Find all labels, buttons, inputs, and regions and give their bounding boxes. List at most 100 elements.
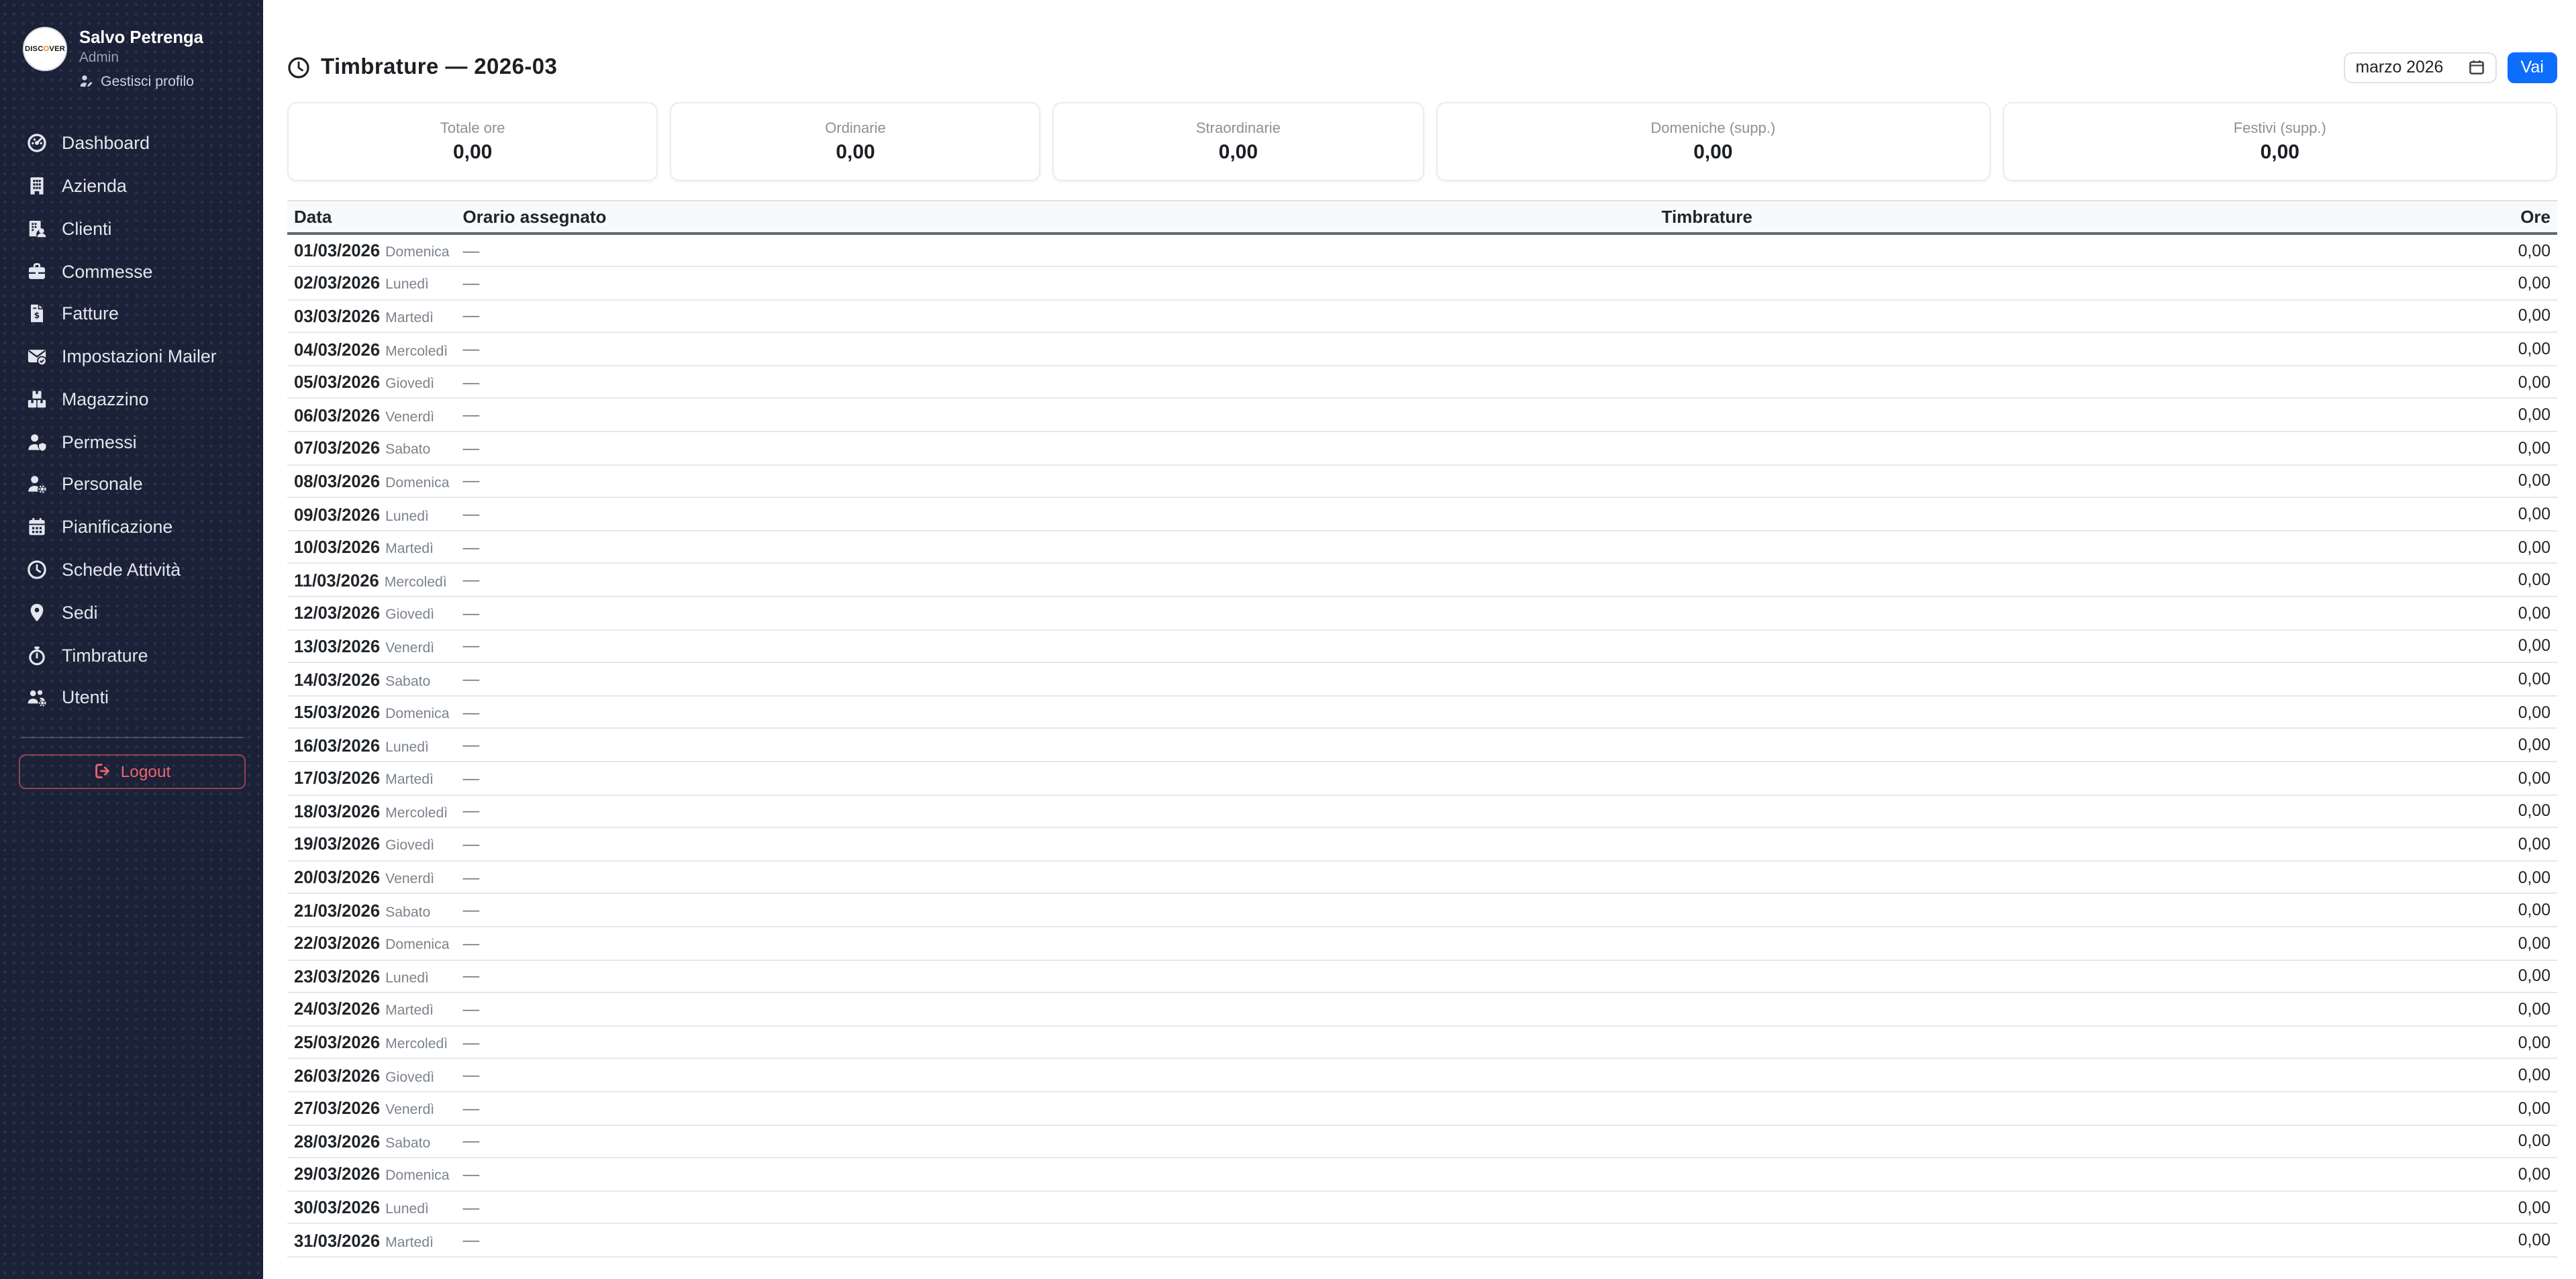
- cell-timbrature: [1655, 992, 2481, 1025]
- card-label: Domeniche (supp.): [1650, 120, 1775, 136]
- sidebar-menu: Dashboard Azienda Clienti Commesse $ Fat…: [16, 122, 248, 719]
- table-row: 14/03/2026Sabato — 0,00: [287, 662, 2557, 695]
- cell-orario: —: [456, 992, 1655, 1025]
- cell-data: 01/03/2026Domenica: [287, 234, 456, 266]
- cell-data: 08/03/2026Domenica: [287, 464, 456, 497]
- avatar-logo-text: DISCOVER: [25, 45, 65, 53]
- cell-data: 14/03/2026Sabato: [287, 662, 456, 695]
- cell-data: 20/03/2026Venerdì: [287, 861, 456, 894]
- cell-timbrature: [1655, 266, 2481, 299]
- table-row: 06/03/2026Venerdì — 0,00: [287, 399, 2557, 431]
- logout-button[interactable]: Logout: [19, 754, 246, 789]
- cell-data: 10/03/2026Martedì: [287, 531, 456, 564]
- summary-card: Straordinarie 0,00: [1053, 102, 1424, 181]
- month-input-value: marzo 2026: [2355, 58, 2443, 76]
- cell-timbrature: [1655, 894, 2481, 927]
- cell-orario: —: [456, 1224, 1655, 1257]
- cell-data: 31/03/2026Martedì: [287, 1224, 456, 1257]
- cell-ore: 0,00: [2481, 960, 2557, 992]
- user-shield-icon: [26, 431, 47, 452]
- cell-timbrature: [1655, 1059, 2481, 1092]
- cell-timbrature: [1655, 464, 2481, 497]
- col-header-orario: Orario assegnato: [456, 201, 1655, 234]
- cell-ore: 0,00: [2481, 1059, 2557, 1092]
- cell-timbrature: [1655, 366, 2481, 399]
- sidebar-divider: [20, 737, 244, 738]
- sidebar-item-commesse[interactable]: Commesse: [16, 250, 248, 293]
- col-header-ore: Ore: [2481, 201, 2557, 234]
- boxes-icon: [26, 389, 47, 409]
- cell-timbrature: [1655, 531, 2481, 564]
- table-row: 11/03/2026Mercoledì — 0,00: [287, 564, 2557, 597]
- cell-timbrature: [1655, 662, 2481, 695]
- cell-ore: 0,00: [2481, 795, 2557, 827]
- table-row: 26/03/2026Giovedì — 0,00: [287, 1059, 2557, 1092]
- card-label: Totale ore: [440, 120, 505, 136]
- cell-data: 27/03/2026Venerdì: [287, 1092, 456, 1125]
- cell-data: 02/03/2026Lunedì: [287, 266, 456, 299]
- cell-ore: 0,00: [2481, 1224, 2557, 1257]
- card-value: 0,00: [453, 140, 492, 163]
- cell-ore: 0,00: [2481, 366, 2557, 399]
- cell-timbrature: [1655, 431, 2481, 464]
- cell-orario: —: [456, 399, 1655, 431]
- cell-ore: 0,00: [2481, 1092, 2557, 1125]
- cell-ore: 0,00: [2481, 531, 2557, 564]
- cell-ore: 0,00: [2481, 1190, 2557, 1223]
- user-gear-icon: [26, 474, 47, 495]
- cell-data: 04/03/2026Mercoledì: [287, 333, 456, 366]
- cell-timbrature: [1655, 629, 2481, 662]
- calendar-icon[interactable]: [2468, 59, 2484, 75]
- table-row: 29/03/2026Domenica — 0,00: [287, 1158, 2557, 1190]
- gauge-icon: [26, 133, 47, 153]
- table-row: 17/03/2026Martedì — 0,00: [287, 762, 2557, 795]
- sidebar-item-pianificazione[interactable]: Pianificazione: [16, 506, 248, 549]
- cell-orario: —: [456, 629, 1655, 662]
- table-row: 15/03/2026Domenica — 0,00: [287, 696, 2557, 729]
- sidebar-item-timbrature[interactable]: Timbrature: [16, 633, 248, 676]
- cell-data: 23/03/2026Lunedì: [287, 960, 456, 992]
- cell-data: 11/03/2026Mercoledì: [287, 564, 456, 597]
- cell-orario: —: [456, 662, 1655, 695]
- envelope-check-icon: [26, 346, 47, 366]
- cell-timbrature: [1655, 1158, 2481, 1190]
- user-name: Salvo Petrenga: [79, 28, 203, 48]
- sidebar-item-fatture[interactable]: $ Fatture: [16, 293, 248, 336]
- sidebar-item-utenti[interactable]: Utenti: [16, 676, 248, 719]
- cell-timbrature: [1655, 729, 2481, 762]
- cell-timbrature: [1655, 696, 2481, 729]
- table-row: 12/03/2026Giovedì — 0,00: [287, 597, 2557, 629]
- table-row: 13/03/2026Venerdì — 0,00: [287, 629, 2557, 662]
- cell-timbrature: [1655, 1190, 2481, 1223]
- manage-profile-link[interactable]: Gestisci profilo: [79, 73, 203, 89]
- month-input[interactable]: marzo 2026: [2343, 52, 2496, 83]
- cell-timbrature: [1655, 597, 2481, 629]
- cell-ore: 0,00: [2481, 894, 2557, 927]
- location-pin-icon: [26, 603, 47, 623]
- users-gear-icon: [26, 688, 47, 708]
- cell-timbrature: [1655, 299, 2481, 332]
- sidebar-item-impostazioni-mailer[interactable]: Impostazioni Mailer: [16, 335, 248, 378]
- sidebar-item-clienti[interactable]: Clienti: [16, 207, 248, 250]
- table-row: 07/03/2026Sabato — 0,00: [287, 431, 2557, 464]
- cell-ore: 0,00: [2481, 729, 2557, 762]
- cell-ore: 0,00: [2481, 696, 2557, 729]
- sidebar-item-schede-attivita[interactable]: Schede Attività: [16, 548, 248, 591]
- cell-orario: —: [456, 729, 1655, 762]
- table-row: 30/03/2026Lunedì — 0,00: [287, 1190, 2557, 1223]
- cell-timbrature: [1655, 564, 2481, 597]
- go-button[interactable]: Vai: [2507, 52, 2557, 83]
- user-role: Admin: [79, 51, 203, 67]
- sidebar-item-permessi[interactable]: Permessi: [16, 421, 248, 464]
- sidebar-item-azienda[interactable]: Azienda: [16, 164, 248, 207]
- table-row: 01/03/2026Domenica — 0,00: [287, 234, 2557, 266]
- sidebar-item-dashboard[interactable]: Dashboard: [16, 122, 248, 165]
- cell-ore: 0,00: [2481, 1125, 2557, 1158]
- cell-data: 19/03/2026Giovedì: [287, 827, 456, 860]
- sidebar-item-magazzino[interactable]: Magazzino: [16, 378, 248, 421]
- sidebar-item-personale[interactable]: Personale: [16, 463, 248, 506]
- table-row: 19/03/2026Giovedì — 0,00: [287, 827, 2557, 860]
- cell-timbrature: [1655, 333, 2481, 366]
- sidebar-item-sedi[interactable]: Sedi: [16, 591, 248, 634]
- cell-timbrature: [1655, 498, 2481, 531]
